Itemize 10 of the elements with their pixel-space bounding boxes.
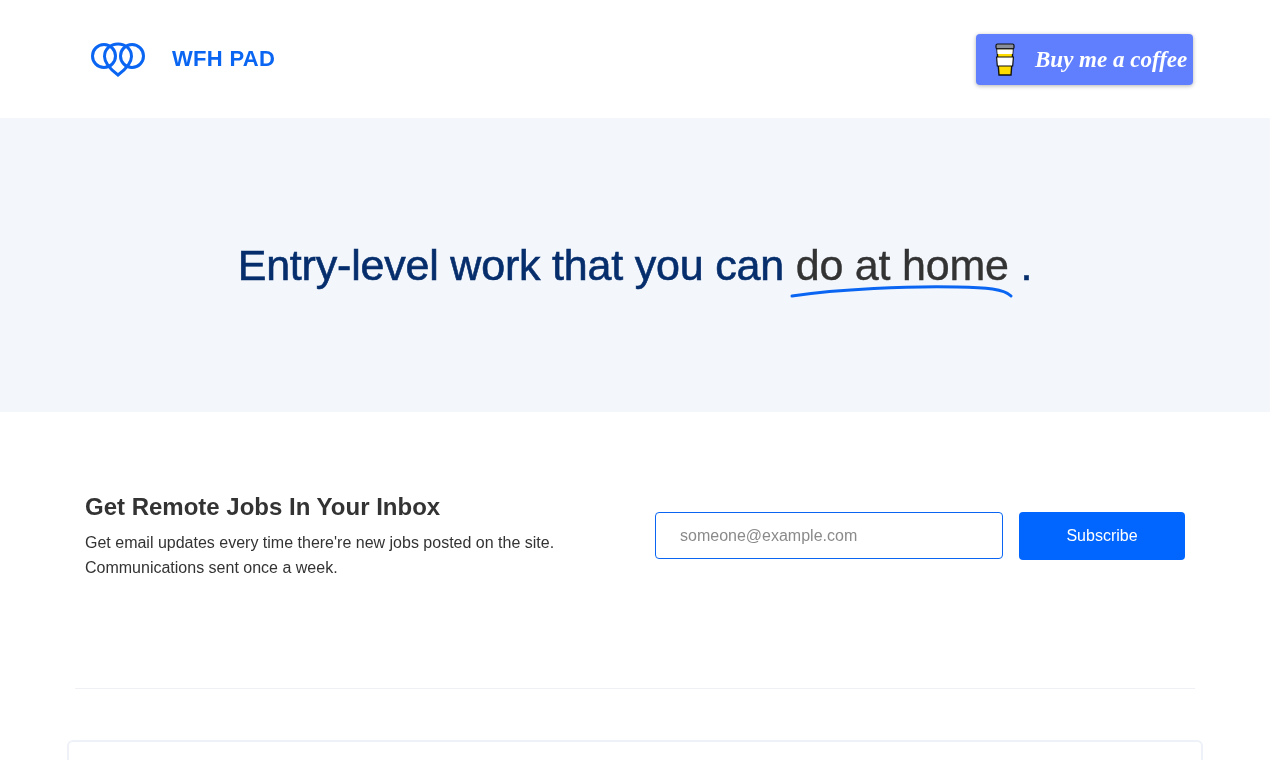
hero-headline: Entry-level work that you can do at home . — [237, 240, 1033, 290]
subscribe-button[interactable]: Subscribe — [1019, 512, 1185, 560]
buy-coffee-button[interactable]: Buy me a coffee — [976, 34, 1193, 85]
logo-icon[interactable] — [90, 41, 146, 77]
newsletter-description: Get email updates every time there're new jobs posted on the site. Communications sent once a week. — [85, 533, 556, 578]
coffee-cup-icon — [993, 42, 1017, 77]
newsletter-heading: Get Remote Jobs In Your Inbox — [85, 492, 442, 522]
brush-underline-icon — [790, 282, 1015, 299]
email-input-field[interactable]: someone@example.com — [655, 512, 1003, 559]
site-logo-text[interactable]: WFH PAD — [172, 46, 276, 72]
